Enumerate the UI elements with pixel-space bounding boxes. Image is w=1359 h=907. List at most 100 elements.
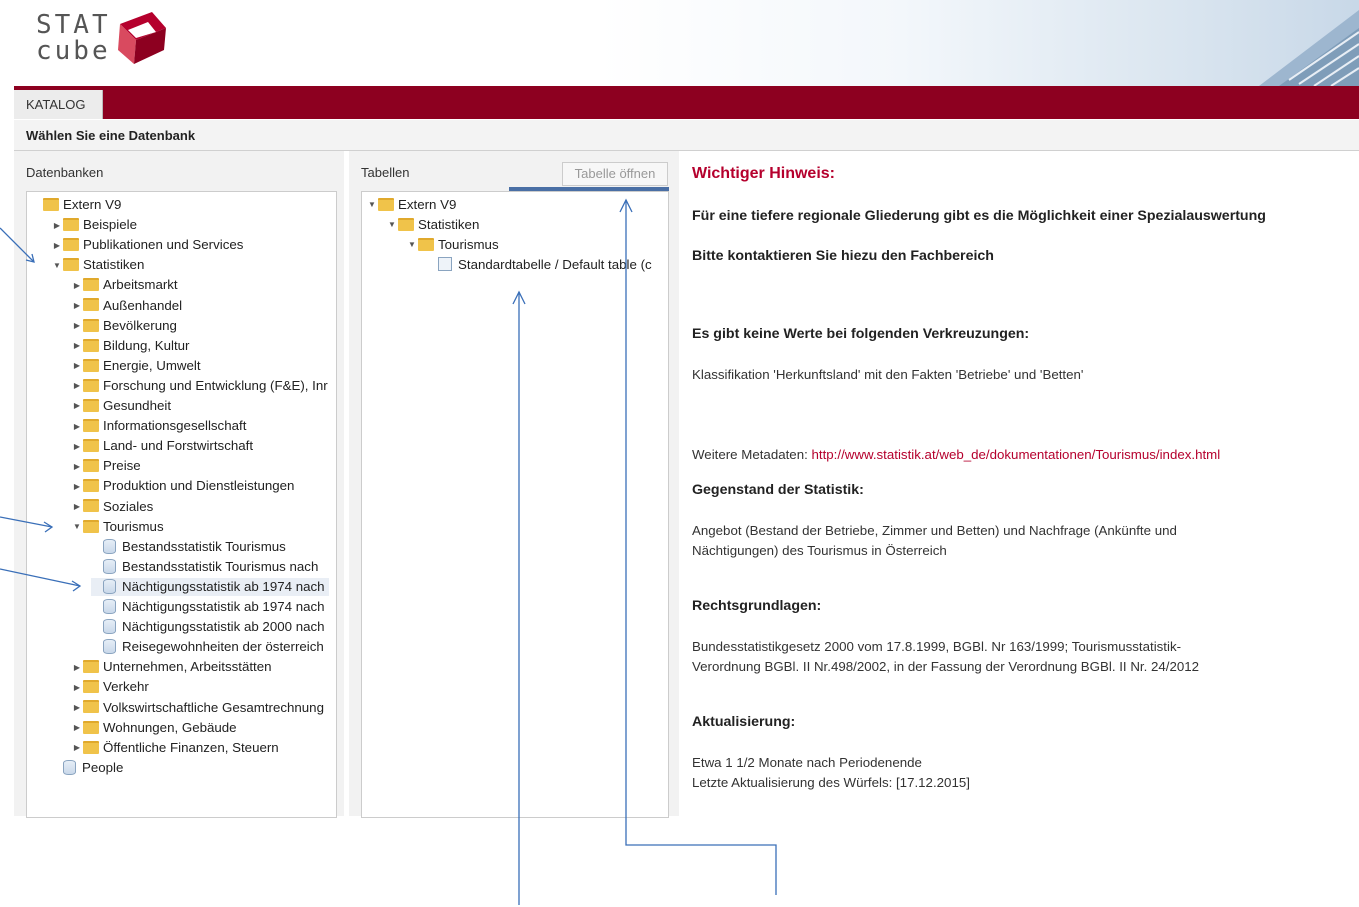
expand-arrow-icon[interactable]: ▶ bbox=[51, 237, 63, 255]
database-tree-item[interactable]: ▶ Außenhandel bbox=[71, 297, 182, 315]
notice-title: Wichtiger Hinweis: bbox=[692, 165, 835, 182]
database-tree-label: Informationsgesellschaft bbox=[103, 418, 247, 434]
database-tree-item[interactable]: ▶ Beispiele bbox=[51, 216, 137, 234]
expand-arrow-icon[interactable]: ▶ bbox=[71, 397, 83, 415]
expand-arrow-icon[interactable]: ▶ bbox=[71, 699, 83, 717]
database-tree-label: Preise bbox=[103, 458, 141, 474]
metadata-link[interactable]: http://www.statistik.at/web_de/dokumenta… bbox=[812, 447, 1221, 462]
expand-arrow-icon[interactable]: ▶ bbox=[71, 297, 83, 315]
database-icon bbox=[103, 558, 116, 574]
metadata-panel: Wichtiger Hinweis: Für eine tiefere regi… bbox=[680, 151, 1359, 816]
database-tree-label: Bevölkerung bbox=[103, 317, 177, 333]
database-tree-item[interactable]: ▶ Soziales bbox=[71, 498, 153, 516]
collapse-arrow-icon[interactable]: ▼ bbox=[71, 518, 83, 536]
page-title: Wählen Sie eine Datenbank bbox=[26, 128, 196, 143]
expand-arrow-icon[interactable]: ▶ bbox=[71, 739, 83, 757]
expand-arrow-icon[interactable]: ▶ bbox=[71, 458, 83, 476]
folder-icon bbox=[83, 439, 99, 453]
database-tree-item[interactable]: Extern V9 bbox=[31, 196, 121, 214]
table-tree-item[interactable]: Standardtabelle / Default table (c bbox=[426, 256, 652, 274]
expand-arrow-icon[interactable]: ▶ bbox=[71, 719, 83, 737]
database-tree-label: Extern V9 bbox=[63, 197, 122, 212]
database-tree-item[interactable]: ▶ Volkswirtschaftliche Gesamtrechnung bbox=[71, 699, 324, 717]
expand-arrow-icon[interactable]: ▶ bbox=[71, 418, 83, 436]
expand-arrow-icon[interactable]: ▶ bbox=[71, 357, 83, 375]
statcube-logo-icon bbox=[118, 12, 166, 64]
database-tree-item[interactable]: Bestandsstatistik Tourismus bbox=[91, 538, 286, 556]
legal-line-2: Verordnung BGBl. II Nr.498/2002, in der … bbox=[692, 659, 1200, 674]
database-tree-label: Nächtigungsstatistik ab 2000 nach bbox=[122, 619, 325, 635]
database-tree-item[interactable]: ▶ Unternehmen, Arbeitsstätten bbox=[71, 658, 272, 676]
folder-icon bbox=[418, 237, 434, 251]
database-tree-item[interactable]: ▶ Land- und Forstwirtschaft bbox=[71, 437, 253, 455]
database-tree-item[interactable]: ▼ Statistiken bbox=[51, 256, 144, 274]
folder-icon bbox=[83, 318, 99, 332]
database-tree-label: Land- und Forstwirtschaft bbox=[103, 438, 254, 454]
table-tree-label: Tourismus bbox=[438, 237, 499, 252]
tables-panel: Tabellen Tabelle öffnen ▼ Extern V9 ▼ Stati… bbox=[349, 151, 679, 818]
expand-arrow-icon[interactable]: ▶ bbox=[71, 498, 83, 516]
folder-icon bbox=[378, 197, 394, 211]
database-tree-item[interactable]: ▶ Wohnungen, Gebäude bbox=[71, 719, 237, 737]
notice-line-1: Für eine tiefere regionale Gliederung gi… bbox=[692, 208, 1266, 224]
database-tree-item[interactable]: Nächtigungsstatistik ab 1974 nach bbox=[91, 577, 329, 596]
expand-arrow-icon[interactable]: ▶ bbox=[51, 217, 63, 235]
table-tree-item[interactable]: ▼ Extern V9 bbox=[366, 196, 456, 214]
database-tree-item[interactable]: Reisegewohnheiten der österreich bbox=[91, 638, 324, 656]
database-tree-item[interactable]: ▶ Produktion und Dienstleistungen bbox=[71, 477, 295, 496]
database-tree-item[interactable]: ▶ Publikationen und Services bbox=[51, 236, 243, 254]
database-tree-item[interactable]: ▶ Informationsgesellschaft bbox=[71, 417, 246, 435]
expand-arrow-icon[interactable]: ▶ bbox=[71, 679, 83, 697]
expand-arrow-icon[interactable]: ▶ bbox=[71, 337, 83, 355]
tab-katalog[interactable]: KATALOG bbox=[14, 90, 103, 119]
expand-arrow-icon[interactable]: ▶ bbox=[71, 659, 83, 677]
database-tree-item[interactable]: Nächtigungsstatistik ab 1974 nach bbox=[91, 598, 325, 616]
database-tree-label: Bestandsstatistik Tourismus bbox=[122, 538, 286, 554]
expand-arrow-icon[interactable]: ▶ bbox=[71, 277, 83, 295]
database-tree-label: Außenhandel bbox=[103, 297, 183, 313]
collapse-arrow-icon[interactable]: ▼ bbox=[51, 257, 63, 275]
folder-icon bbox=[83, 740, 99, 754]
database-tree-item[interactable]: ▶ Forschung und Entwicklung (F&E), Inr bbox=[71, 377, 328, 395]
database-tree-label: Verkehr bbox=[103, 679, 149, 695]
database-tree-label: Volkswirtschaftliche Gesamtrechnung bbox=[103, 699, 324, 715]
database-tree-label: Gesundheit bbox=[103, 398, 172, 413]
tables-tree: ▼ Extern V9 ▼ Statistiken ▼ Tourismus Standard… bbox=[361, 191, 669, 818]
database-tree-item[interactable]: People bbox=[51, 759, 123, 777]
database-tree-item[interactable]: ▶ Verkehr bbox=[71, 678, 149, 696]
folder-icon bbox=[398, 217, 414, 231]
expand-arrow-icon[interactable]: ▶ bbox=[71, 377, 83, 395]
expand-arrow-icon[interactable]: ▶ bbox=[71, 438, 83, 456]
collapse-arrow-icon[interactable]: ▼ bbox=[406, 236, 418, 254]
database-tree-label: Reisegewohnheiten der österreich bbox=[122, 639, 324, 655]
database-tree-item[interactable]: ▶ Preise bbox=[71, 457, 141, 475]
database-tree-item[interactable]: Nächtigungsstatistik ab 2000 nach bbox=[91, 618, 325, 636]
database-tree-label: Bestandsstatistik Tourismus nach bbox=[122, 558, 319, 574]
database-tree-item[interactable]: ▶ Gesundheit bbox=[71, 397, 171, 415]
database-tree-label: Öffentliche Finanzen, Steuern bbox=[103, 739, 279, 755]
folder-icon bbox=[83, 479, 99, 493]
collapse-arrow-icon[interactable]: ▼ bbox=[386, 216, 398, 234]
no-values-title: Es gibt keine Werte bei folgenden Verkre… bbox=[692, 326, 1030, 342]
folder-icon bbox=[83, 660, 99, 674]
open-table-button[interactable]: Tabelle öffnen bbox=[562, 162, 668, 186]
folder-icon bbox=[63, 218, 79, 232]
database-icon bbox=[103, 538, 116, 554]
database-tree-item[interactable]: ▶ Bevölkerung bbox=[71, 317, 177, 335]
database-icon bbox=[63, 759, 76, 775]
table-tree-item[interactable]: ▼ Statistiken bbox=[386, 216, 479, 234]
expand-arrow-icon[interactable]: ▶ bbox=[71, 478, 83, 496]
table-tree-item[interactable]: ▼ Tourismus bbox=[406, 236, 499, 254]
database-tree-item[interactable]: ▶ Energie, Umwelt bbox=[71, 357, 201, 375]
database-tree-label: Produktion und Dienstleistungen bbox=[103, 478, 295, 494]
folder-icon bbox=[83, 680, 99, 694]
database-tree-item[interactable]: ▼ Tourismus bbox=[71, 518, 164, 536]
legal-line-1: Bundesstatistikgesetz 2000 vom 17.8.1999… bbox=[692, 639, 1182, 654]
database-tree-item[interactable]: Bestandsstatistik Tourismus nach bbox=[91, 558, 318, 576]
collapse-arrow-icon[interactable]: ▼ bbox=[366, 196, 378, 214]
database-tree-item[interactable]: ▶ Bildung, Kultur bbox=[71, 337, 190, 355]
database-tree-item[interactable]: ▶ Öffentliche Finanzen, Steuern bbox=[71, 739, 279, 757]
expand-arrow-icon[interactable]: ▶ bbox=[71, 317, 83, 335]
database-tree-item[interactable]: ▶ Arbeitsmarkt bbox=[71, 276, 178, 294]
folder-icon bbox=[83, 459, 99, 473]
